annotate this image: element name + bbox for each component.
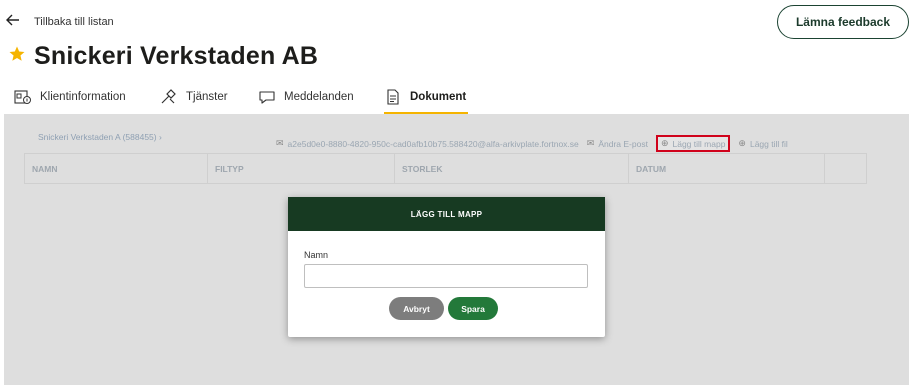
tab-tjanster[interactable]: Tjänster bbox=[160, 80, 228, 114]
tab-label: Dokument bbox=[410, 91, 467, 103]
tab-dokument[interactable]: Dokument bbox=[384, 80, 469, 114]
save-button[interactable]: Spara bbox=[448, 297, 498, 320]
tab-label: Klientinformation bbox=[40, 91, 126, 103]
plus-circle-icon: ⊕ bbox=[738, 138, 746, 148]
tab-meddelanden[interactable]: Meddelanden bbox=[258, 80, 354, 114]
page-title: Snickeri Verkstaden AB bbox=[34, 42, 319, 70]
back-link-label: Tillbaka till listan bbox=[34, 16, 114, 28]
chat-bubble-icon bbox=[258, 89, 276, 105]
feedback-button[interactable]: Lämna feedback bbox=[777, 5, 909, 39]
column-header-size[interactable]: STORLEK bbox=[395, 154, 629, 183]
star-favorite-icon[interactable] bbox=[8, 45, 30, 69]
document-actions: ✉ a2e5d0e0-8880-4820-950c-cad0afb10b75.5… bbox=[276, 135, 796, 152]
add-file-button[interactable]: ⊕ Lägg till fil bbox=[738, 138, 787, 149]
archive-email-address: a2e5d0e0-8880-4820-950c-cad0afb10b75.588… bbox=[287, 138, 579, 149]
column-header-filetype[interactable]: FILTYP bbox=[208, 154, 395, 183]
tab-klientinformation[interactable]: Klientinformation bbox=[14, 80, 126, 114]
tools-icon bbox=[160, 89, 178, 105]
back-to-list-link[interactable]: Tillbaka till listan bbox=[6, 13, 114, 31]
breadcrumb[interactable]: Snickeri Verkstaden A (588455) › bbox=[38, 132, 162, 142]
change-email-label: Ändra E-post bbox=[598, 138, 648, 149]
folder-name-label: Namn bbox=[304, 250, 329, 260]
envelope-icon: ✉ bbox=[586, 138, 595, 148]
dialog-title: LÄGG TILL MAPP bbox=[288, 197, 605, 231]
top-bar: Tillbaka till listan Lämna feedback Snic… bbox=[0, 0, 914, 114]
cancel-button[interactable]: Avbryt bbox=[389, 297, 444, 320]
tab-bar: Klientinformation Tjänster Meddelanden D… bbox=[0, 80, 914, 114]
add-file-label: Lägg till fil bbox=[749, 138, 788, 149]
arrow-left-icon bbox=[6, 13, 26, 31]
envelope-icon: ✉ bbox=[276, 138, 284, 148]
change-email-link[interactable]: ✉ Ändra E-post bbox=[587, 138, 648, 149]
column-header-date[interactable]: DATUM bbox=[629, 154, 825, 183]
column-header-actions bbox=[825, 154, 866, 183]
client-info-icon bbox=[14, 89, 32, 105]
page-title-row: Snickeri Verkstaden AB bbox=[8, 42, 318, 71]
add-folder-button[interactable]: ⊕ Lägg till mapp bbox=[655, 135, 731, 152]
tab-label: Tjänster bbox=[186, 91, 228, 103]
tab-label: Meddelanden bbox=[284, 91, 354, 103]
add-folder-dialog: LÄGG TILL MAPP Namn Avbryt Spara bbox=[288, 197, 605, 337]
folder-name-input[interactable] bbox=[304, 264, 588, 288]
column-header-name[interactable]: NAMN bbox=[25, 154, 208, 183]
plus-circle-icon: ⊕ bbox=[660, 138, 669, 148]
document-icon bbox=[384, 89, 402, 105]
add-folder-label: Lägg till mapp bbox=[672, 138, 726, 149]
archive-email: ✉ a2e5d0e0-8880-4820-950c-cad0afb10b75.5… bbox=[276, 138, 579, 149]
documents-table-header: NAMN FILTYP STORLEK DATUM bbox=[24, 153, 867, 184]
